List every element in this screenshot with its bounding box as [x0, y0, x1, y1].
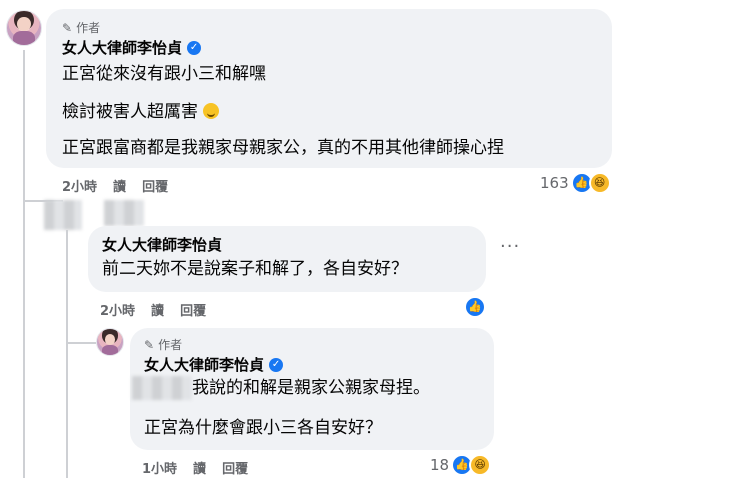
avatar-face: [104, 333, 116, 345]
comment-text: 正宮從來沒有跟小三和解嘿: [62, 64, 266, 84]
reply-button[interactable]: 回覆: [222, 458, 248, 477]
author-badge-label: 作者: [158, 338, 183, 352]
blurred-mention: [132, 376, 192, 400]
comment-text-line: 前二天妳不是說案子和解了，各自安好？: [102, 258, 408, 280]
author-name-text[interactable]: 女人大律師李怡貞: [144, 354, 264, 375]
pencil-icon: ✎: [144, 337, 155, 352]
comment-bubble: ✎ 作者 女人大律師李怡貞 ✓ 我說的和解是親家公親家母捏。 正宮為什麼會跟小三…: [130, 328, 494, 450]
reply-button[interactable]: 回覆: [180, 300, 206, 319]
comment-text-line: 正宮從來沒有跟小三和解嘿: [62, 63, 266, 85]
reply-button[interactable]: 回覆: [142, 176, 168, 195]
thread-line-main: [23, 50, 25, 478]
verified-badge-icon: ✓: [187, 40, 202, 55]
comment-meta: 2小時 讀 回覆: [62, 176, 168, 195]
haha-icon: 😆: [588, 172, 611, 194]
thread-line-sub-branch: [66, 342, 96, 344]
view-button[interactable]: 讀: [193, 458, 206, 477]
view-button[interactable]: 讀: [113, 176, 126, 195]
thread-line-sub: [66, 230, 68, 478]
timestamp[interactable]: 2小時: [62, 176, 97, 195]
comment-text: 正宮為什麼會跟小三各自安好？: [144, 418, 382, 438]
blurred-avatar-detail: [104, 200, 144, 226]
avatar[interactable]: [6, 10, 42, 46]
comment-text: 前二天妳不是說案子和解了，各自安好？: [102, 259, 408, 279]
author-badge-label: 作者: [76, 21, 101, 35]
comment-bubble: ✎ 作者 女人大律師李怡貞 ✓ 正宮從來沒有跟小三和解嘿 檢討被害人超厲害 正宮…: [46, 9, 612, 168]
author-name[interactable]: 女人大律師李怡貞: [102, 234, 222, 255]
author-name-text[interactable]: 女人大律師李怡貞: [62, 37, 182, 58]
comment-text-line: 檢討被害人超厲害: [62, 101, 220, 123]
comment-text-line: 正宮為什麼會跟小三各自安好？: [144, 417, 382, 439]
reaction-summary[interactable]: 163 👍 😆: [540, 172, 611, 194]
avatar-body: [13, 31, 35, 45]
comment-bubble: 女人大律師李怡貞 前二天妳不是說案子和解了，各自安好？: [88, 226, 486, 292]
comment-meta: 2小時 讀 回覆: [100, 300, 206, 319]
smirk-emoji-icon: [203, 103, 220, 119]
comment-text-line: 我說的和解是親家公親家母捏。: [192, 377, 430, 399]
like-icon: 👍: [464, 296, 486, 318]
avatar-face: [17, 17, 31, 32]
author-name[interactable]: 女人大律師李怡貞 ✓: [62, 37, 202, 58]
haha-icon: 😆: [469, 454, 492, 476]
author-name-text[interactable]: 女人大律師李怡貞: [102, 234, 222, 255]
author-badge: ✎ 作者: [62, 19, 100, 36]
comment-meta: 1小時 讀 回覆: [142, 458, 248, 477]
blurred-avatar: [44, 200, 82, 230]
avatar-body: [101, 344, 119, 355]
more-options-icon[interactable]: ···: [500, 236, 520, 257]
author-name[interactable]: 女人大律師李怡貞 ✓: [144, 354, 284, 375]
pencil-icon: ✎: [62, 20, 73, 35]
comment-text-line: 正宮跟富商都是我親家母親家公，真的不用其他律師操心捏: [62, 137, 504, 159]
reaction-summary[interactable]: 18 👍 😆: [430, 454, 492, 476]
comment-text: 正宮跟富商都是我親家母親家公，真的不用其他律師操心捏: [62, 138, 504, 158]
verified-badge-icon: ✓: [269, 357, 284, 372]
comment-text: 檢討被害人超厲害: [62, 102, 198, 122]
like-reaction[interactable]: 👍: [464, 296, 486, 318]
author-badge: ✎ 作者: [144, 336, 182, 353]
reaction-count[interactable]: 18: [430, 456, 449, 474]
reaction-count[interactable]: 163: [540, 174, 569, 192]
view-button[interactable]: 讀: [151, 300, 164, 319]
comment-text: 我說的和解是親家公親家母捏。: [192, 378, 430, 398]
avatar[interactable]: [96, 328, 124, 356]
timestamp[interactable]: 1小時: [142, 458, 177, 477]
timestamp[interactable]: 2小時: [100, 300, 135, 319]
